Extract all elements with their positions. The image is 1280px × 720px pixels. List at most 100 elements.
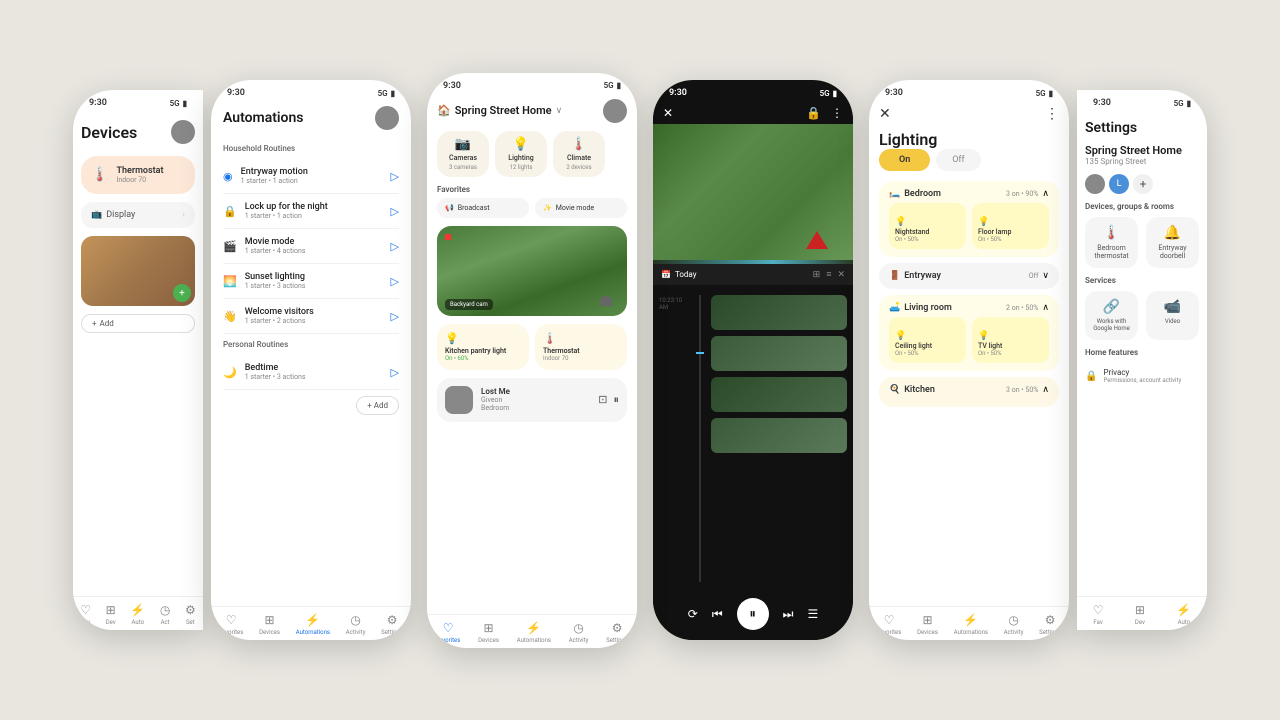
- bedroom-expand-icon[interactable]: ∧: [1042, 189, 1049, 199]
- nav-devices-3[interactable]: ⊞ Devices: [478, 621, 499, 644]
- display-card[interactable]: 📺 Display ›: [81, 202, 195, 228]
- living-room-expand-icon[interactable]: ∧: [1042, 303, 1049, 313]
- floor-lamp-card[interactable]: 💡 Floor lamp On • 50%: [972, 203, 1049, 249]
- living-room-name: Living room: [904, 303, 952, 313]
- next-btn[interactable]: ⏭: [783, 607, 794, 622]
- prev-btn[interactable]: ⏮: [712, 607, 723, 622]
- broadcast-btn[interactable]: 📢 Broadcast: [437, 198, 529, 218]
- pause-btn[interactable]: ⏸: [737, 598, 769, 630]
- lighting-tab[interactable]: 💡 Lighting 12 lights: [495, 131, 547, 177]
- video-service[interactable]: 📹 Video: [1146, 291, 1199, 340]
- bottom-nav-5: ♡ Favorites ⊞ Devices ⚡ Automations ◷ Ac…: [869, 606, 1069, 640]
- routine-welcome[interactable]: 👋 Welcome visitors 1 starter • 2 actions…: [223, 299, 399, 334]
- nav-auto-3[interactable]: ⚡ Automations: [517, 621, 551, 644]
- routine-movie[interactable]: 🎬 Movie mode 1 starter • 4 actions ▷: [223, 229, 399, 264]
- routine-bedtime[interactable]: 🌙 Bedtime 1 starter • 3 actions ▷: [223, 355, 399, 390]
- movie-play-icon[interactable]: ▷: [391, 240, 399, 253]
- nav-act-5[interactable]: ◷ Activity: [1004, 613, 1024, 636]
- kitchen-light-card[interactable]: 💡 Kitchen pantry light On • 60%: [437, 324, 529, 370]
- music-pause-icon[interactable]: ⏸: [614, 393, 620, 407]
- list-view-icon[interactable]: ≡: [826, 269, 831, 280]
- nav-favorites-1[interactable]: ♡ Fav: [80, 603, 91, 626]
- nav-set-5[interactable]: ⚙ Settings: [1039, 613, 1061, 636]
- avatar-3[interactable]: [603, 99, 627, 123]
- welcome-play-icon[interactable]: ▷: [391, 310, 399, 323]
- nav-settings-3[interactable]: ⚙ Settings: [606, 621, 628, 644]
- menu-btn[interactable]: ☰: [807, 607, 818, 621]
- nav-auto-1[interactable]: ⚡ Auto: [130, 603, 145, 626]
- nav-settings-1[interactable]: ⚙ Set: [185, 603, 196, 626]
- nav-fav-5[interactable]: ♡ Favorites: [877, 613, 901, 636]
- nav-auto-6[interactable]: ⚡ Auto: [1176, 603, 1191, 626]
- routine-entryway[interactable]: ◉ Entryway motion 1 starter • 1 action ▷: [223, 159, 399, 194]
- entryway-doorbell-device[interactable]: 🔔 Entryway doorbell: [1146, 217, 1199, 268]
- set-label-2: Settings: [381, 629, 403, 636]
- off-button[interactable]: Off: [936, 149, 980, 171]
- music-card[interactable]: Lost Me Giveon Bedroom ⊡ ⏸: [437, 378, 627, 422]
- nav-dev-5[interactable]: ⊞ Devices: [917, 613, 938, 636]
- entryway-play-icon[interactable]: ▷: [391, 170, 399, 183]
- avatar-2[interactable]: [375, 106, 399, 130]
- bedroom-thermostat-device[interactable]: 🌡️ Bedroom thermostat: [1085, 217, 1138, 268]
- close-icon-5[interactable]: ✕: [879, 106, 891, 122]
- camera-feed[interactable]: Backyard cam: [437, 226, 627, 316]
- google-home-service[interactable]: 🔗 Works with Google Home: [1085, 291, 1138, 340]
- entryway-group[interactable]: 🚪 Entryway Off ∨: [879, 263, 1059, 289]
- nav-activity-3[interactable]: ◷ Activity: [569, 621, 589, 644]
- thumb-4[interactable]: [711, 418, 847, 453]
- nav-auto-2[interactable]: ⚡ Automations: [296, 613, 330, 636]
- shuffle-btn[interactable]: ⟳: [688, 607, 698, 621]
- routine-lockup[interactable]: 🔒 Lock up for the night 1 starter • 1 ac…: [223, 194, 399, 229]
- bedroom-group[interactable]: 🛏️ Bedroom 3 on • 90% ∧ 💡 Nightstand On: [879, 181, 1059, 257]
- close-icon-dark[interactable]: ✕: [663, 106, 673, 120]
- photo-card: +: [81, 236, 195, 306]
- thumb-3[interactable]: [711, 377, 847, 412]
- thumb-1[interactable]: [711, 295, 847, 330]
- living-room-group[interactable]: 🛋️ Living room 2 on • 50% ∧ 💡 Ceiling li…: [879, 295, 1059, 371]
- music-screen-icon[interactable]: ⊡: [598, 393, 607, 407]
- on-button[interactable]: On: [879, 149, 930, 171]
- add-routine-button[interactable]: + Add: [356, 396, 399, 415]
- more-icon-5[interactable]: ⋮: [1045, 106, 1059, 122]
- avatar-1[interactable]: [171, 120, 195, 144]
- add-button[interactable]: + Favorites Add: [81, 314, 195, 333]
- set-icon-3: ⚙: [612, 621, 623, 635]
- kitchen-group[interactable]: 🍳 Kitchen 3 on • 50% ∧: [879, 377, 1059, 407]
- tv-light-card[interactable]: 💡 TV light On • 50%: [972, 317, 1049, 363]
- ceiling-light-card[interactable]: 💡 Ceiling light On • 50%: [889, 317, 966, 363]
- add-member-btn[interactable]: +: [1133, 174, 1153, 194]
- nav-favorites-3[interactable]: ♡ Favorites: [436, 621, 460, 644]
- thermostat-card[interactable]: 🌡️ Thermostat Indoor 70: [81, 156, 195, 194]
- kitchen-expand-icon[interactable]: ∧: [1042, 385, 1049, 395]
- cameras-tab[interactable]: 📷 Cameras 3 cameras: [437, 131, 489, 177]
- grid-view-icon[interactable]: ⊞: [813, 270, 821, 280]
- bedtime-play-icon[interactable]: ▷: [391, 366, 399, 379]
- nav-activity-1[interactable]: ◷ Act: [160, 603, 170, 626]
- nav-dev-6[interactable]: ⊞ Dev: [1135, 603, 1145, 626]
- kitchen-light-status: On • 60%: [445, 355, 521, 362]
- movie-routine-sub: 1 starter • 4 actions: [245, 247, 306, 255]
- movie-mode-btn[interactable]: ✨ Movie mode: [535, 198, 627, 218]
- close-timeline-icon[interactable]: ✕: [837, 270, 845, 280]
- lighting-icon: 💡: [513, 137, 529, 152]
- sunset-play-icon[interactable]: ▷: [391, 275, 399, 288]
- nightstand-card[interactable]: 💡 Nightstand On • 50%: [889, 203, 966, 249]
- lockup-play-icon[interactable]: ▷: [391, 205, 399, 218]
- music-room: Bedroom: [481, 404, 590, 412]
- bedroom-name: Bedroom: [904, 189, 941, 199]
- nav-activity-2[interactable]: ◷ Activity: [346, 613, 366, 636]
- privacy-feature[interactable]: 🔒 Privacy Permissions, account activity: [1085, 363, 1199, 389]
- nav-favorites-2[interactable]: ♡ Favorites: [219, 613, 243, 636]
- thumb-2[interactable]: [711, 336, 847, 371]
- welcome-routine-name: Welcome visitors: [245, 307, 314, 317]
- climate-tab[interactable]: 🌡️ Climate 2 devices: [553, 131, 605, 177]
- nav-fav-6[interactable]: ♡ Fav: [1093, 603, 1104, 626]
- thermostat-card-3[interactable]: 🌡️ Thermostat Indoor 70: [535, 324, 627, 370]
- nav-devices-1[interactable]: ⊞ Dev: [106, 603, 116, 626]
- nav-settings-2[interactable]: ⚙ Settings: [381, 613, 403, 636]
- nav-devices-2[interactable]: ⊞ Devices: [259, 613, 280, 636]
- more-icon[interactable]: ⋮: [831, 106, 843, 120]
- entryway-expand-icon[interactable]: ∨: [1042, 271, 1049, 281]
- routine-sunset[interactable]: 🌅 Sunset lighting 1 starter • 3 actions …: [223, 264, 399, 299]
- nav-auto-5[interactable]: ⚡ Automations: [954, 613, 988, 636]
